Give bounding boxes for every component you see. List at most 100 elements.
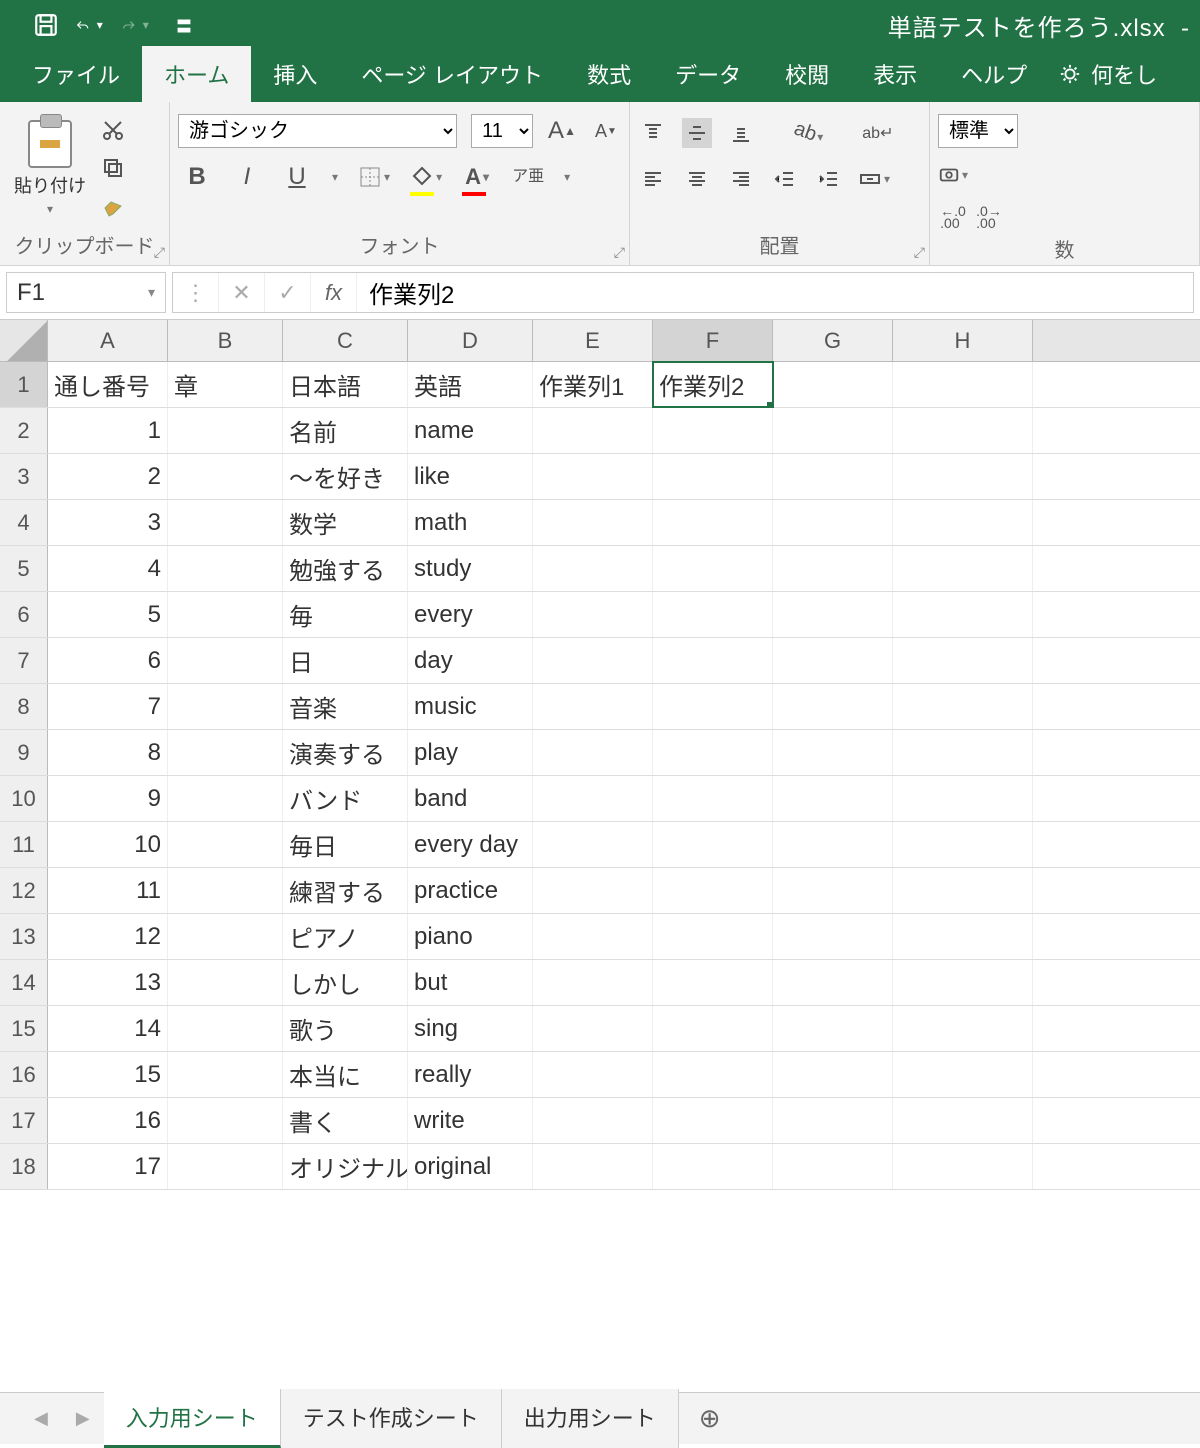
cell[interactable] bbox=[653, 822, 773, 867]
cell[interactable]: write bbox=[408, 1098, 533, 1143]
cell[interactable]: 毎 bbox=[283, 592, 408, 637]
increase-decimal-icon[interactable]: .0→ .00 bbox=[974, 202, 1004, 232]
cell[interactable]: name bbox=[408, 408, 533, 453]
cell[interactable] bbox=[773, 362, 893, 407]
align-top-icon[interactable] bbox=[638, 118, 668, 148]
cell[interactable] bbox=[168, 1098, 283, 1143]
cell[interactable] bbox=[653, 776, 773, 821]
cell[interactable] bbox=[533, 822, 653, 867]
spreadsheet-grid[interactable]: ABCDEFGH 1通し番号章日本語英語作業列1作業列221名前name32～を… bbox=[0, 320, 1200, 1190]
cell[interactable] bbox=[168, 638, 283, 683]
cell[interactable]: ピアノ bbox=[283, 914, 408, 959]
row-header[interactable]: 13 bbox=[0, 914, 48, 959]
cell[interactable] bbox=[533, 592, 653, 637]
row-header[interactable]: 2 bbox=[0, 408, 48, 453]
cell[interactable]: 通し番号 bbox=[48, 362, 168, 407]
cell[interactable] bbox=[893, 408, 1033, 453]
copy-icon[interactable] bbox=[98, 153, 128, 183]
cell[interactable] bbox=[773, 1098, 893, 1143]
row-header[interactable]: 4 bbox=[0, 500, 48, 545]
cell[interactable]: sing bbox=[408, 1006, 533, 1051]
cell[interactable] bbox=[653, 684, 773, 729]
formula-input[interactable] bbox=[357, 273, 1193, 312]
cell[interactable]: 歌う bbox=[283, 1006, 408, 1051]
fill-color-icon[interactable]: ▾ bbox=[410, 162, 442, 192]
column-header[interactable]: B bbox=[168, 320, 283, 361]
cell[interactable] bbox=[533, 1052, 653, 1097]
cell[interactable]: study bbox=[408, 546, 533, 591]
cell[interactable] bbox=[653, 592, 773, 637]
cell[interactable] bbox=[653, 960, 773, 1005]
italic-button[interactable]: I bbox=[232, 162, 262, 192]
cell[interactable] bbox=[533, 730, 653, 775]
align-bottom-icon[interactable] bbox=[726, 118, 756, 148]
cell[interactable]: 3 bbox=[48, 500, 168, 545]
sheet-tab[interactable]: 入力用シート bbox=[104, 1389, 281, 1448]
cell[interactable] bbox=[653, 730, 773, 775]
clipboard-dialog-launcher-icon[interactable]: ⤢ bbox=[154, 244, 165, 261]
cell[interactable]: practice bbox=[408, 868, 533, 913]
column-header[interactable]: E bbox=[533, 320, 653, 361]
cell[interactable]: 勉強する bbox=[283, 546, 408, 591]
cell[interactable] bbox=[773, 592, 893, 637]
new-sheet-icon[interactable]: ⊕ bbox=[679, 1403, 741, 1434]
row-header[interactable]: 9 bbox=[0, 730, 48, 775]
cell[interactable] bbox=[773, 914, 893, 959]
cell[interactable] bbox=[893, 1098, 1033, 1143]
row-header[interactable]: 15 bbox=[0, 1006, 48, 1051]
ribbon-tab-6[interactable]: 校閲 bbox=[763, 46, 851, 102]
cell[interactable]: 日 bbox=[283, 638, 408, 683]
cell[interactable]: オリジナル bbox=[283, 1144, 408, 1189]
cell[interactable]: 音楽 bbox=[283, 684, 408, 729]
enter-formula-icon[interactable]: ✓ bbox=[265, 273, 311, 312]
undo-icon[interactable]: ▾ bbox=[76, 9, 108, 41]
row-header[interactable]: 10 bbox=[0, 776, 48, 821]
cell[interactable] bbox=[893, 546, 1033, 591]
cell[interactable] bbox=[533, 960, 653, 1005]
row-header[interactable]: 11 bbox=[0, 822, 48, 867]
cell[interactable] bbox=[653, 1052, 773, 1097]
number-format-combo[interactable]: 標準 bbox=[938, 114, 1018, 148]
font-color-icon[interactable]: A▾ bbox=[462, 162, 492, 192]
cell[interactable] bbox=[533, 546, 653, 591]
cell[interactable] bbox=[168, 454, 283, 499]
cell[interactable] bbox=[168, 730, 283, 775]
cut-icon[interactable] bbox=[98, 115, 128, 145]
cell[interactable] bbox=[168, 776, 283, 821]
cell[interactable]: every bbox=[408, 592, 533, 637]
cell[interactable] bbox=[893, 960, 1033, 1005]
cell[interactable]: 5 bbox=[48, 592, 168, 637]
align-center-icon[interactable] bbox=[682, 164, 712, 194]
phonetic-guide-icon[interactable]: ア亜 bbox=[512, 162, 544, 192]
cell[interactable] bbox=[533, 638, 653, 683]
ribbon-tab-4[interactable]: 数式 bbox=[565, 46, 653, 102]
name-box[interactable]: F1▾ bbox=[6, 272, 166, 313]
cell[interactable] bbox=[533, 1098, 653, 1143]
column-header[interactable]: G bbox=[773, 320, 893, 361]
row-header[interactable]: 8 bbox=[0, 684, 48, 729]
align-left-icon[interactable] bbox=[638, 164, 668, 194]
cell[interactable]: しかし bbox=[283, 960, 408, 1005]
cell[interactable] bbox=[773, 868, 893, 913]
orientation-icon[interactable]: ab▾ bbox=[790, 114, 829, 153]
cell[interactable] bbox=[773, 546, 893, 591]
row-header[interactable]: 3 bbox=[0, 454, 48, 499]
cell[interactable]: like bbox=[408, 454, 533, 499]
sheet-tab[interactable]: 出力用シート bbox=[502, 1389, 679, 1448]
save-icon[interactable] bbox=[30, 9, 62, 41]
cell[interactable] bbox=[653, 500, 773, 545]
cell[interactable] bbox=[893, 914, 1033, 959]
cell[interactable] bbox=[168, 1052, 283, 1097]
cell[interactable] bbox=[533, 914, 653, 959]
cell[interactable]: 日本語 bbox=[283, 362, 408, 407]
ribbon-tab-3[interactable]: ページ レイアウト bbox=[339, 46, 565, 102]
cell[interactable] bbox=[773, 1144, 893, 1189]
cell[interactable] bbox=[773, 822, 893, 867]
cell[interactable]: really bbox=[408, 1052, 533, 1097]
ribbon-tab-8[interactable]: ヘルプ bbox=[939, 46, 1049, 102]
cell[interactable]: music bbox=[408, 684, 533, 729]
align-dialog-launcher-icon[interactable]: ⤢ bbox=[914, 244, 925, 261]
cell[interactable] bbox=[168, 684, 283, 729]
row-header[interactable]: 1 bbox=[0, 362, 48, 407]
column-header[interactable]: C bbox=[283, 320, 408, 361]
